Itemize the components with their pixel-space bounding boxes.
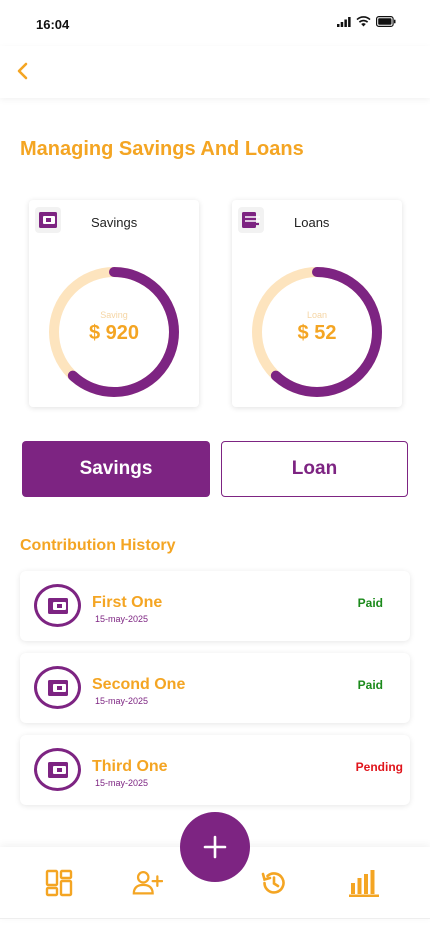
history-item[interactable]: First One 15-may-2025 Paid (20, 571, 410, 641)
status-badge: Paid (357, 678, 383, 692)
loan-icon (238, 207, 264, 233)
wallet-icon (35, 207, 61, 233)
chevron-left-icon (17, 62, 28, 80)
history-item[interactable]: Second One 15-may-2025 Paid (20, 653, 410, 723)
history-icon[interactable] (258, 867, 290, 899)
plus-icon (203, 835, 227, 859)
signal-icon (337, 16, 351, 27)
wallet-icon (34, 666, 81, 709)
history-item[interactable]: Third One 15-may-2025 Pending (20, 735, 410, 805)
bar-chart-icon[interactable] (348, 867, 380, 899)
status-time: 16:04 (36, 17, 70, 32)
dashboard-icon[interactable] (43, 867, 75, 899)
loan-tab-button[interactable]: Loan (221, 441, 408, 497)
back-button[interactable] (12, 60, 34, 82)
loans-card[interactable]: Loans Loan $ 52 (232, 200, 402, 407)
savings-card-label: Savings (91, 215, 138, 230)
battery-icon (376, 16, 396, 27)
wallet-icon (34, 748, 81, 791)
savings-tab-button[interactable]: Savings (22, 441, 210, 497)
add-user-icon[interactable] (131, 867, 163, 899)
history-item-date: 15-may-2025 (95, 614, 149, 624)
loans-card-label: Loans (294, 215, 330, 230)
status-bar: 16:04 (0, 0, 430, 46)
savings-donut-label: Saving (100, 310, 128, 320)
app-bar (0, 46, 430, 98)
wallet-icon (34, 584, 81, 627)
contribution-history-title: Contribution History (20, 537, 176, 554)
history-item-name: Third One (92, 758, 168, 775)
status-icons (337, 16, 396, 27)
history-item-name: Second One (92, 676, 186, 693)
status-badge: Paid (357, 596, 383, 610)
loans-donut-label: Loan (306, 310, 328, 320)
savings-amount: $ 920 (88, 322, 140, 344)
wifi-icon (356, 16, 371, 27)
add-button[interactable] (180, 812, 250, 882)
history-item-name: First One (92, 594, 163, 611)
loans-amount: $ 52 (297, 322, 337, 344)
savings-card[interactable]: Savings Saving $ 920 (29, 200, 199, 407)
page-title: Managing Savings And Loans (20, 138, 304, 160)
history-item-date: 15-may-2025 (95, 778, 149, 788)
status-badge: Pending (355, 760, 403, 774)
history-item-date: 15-may-2025 (95, 696, 149, 706)
